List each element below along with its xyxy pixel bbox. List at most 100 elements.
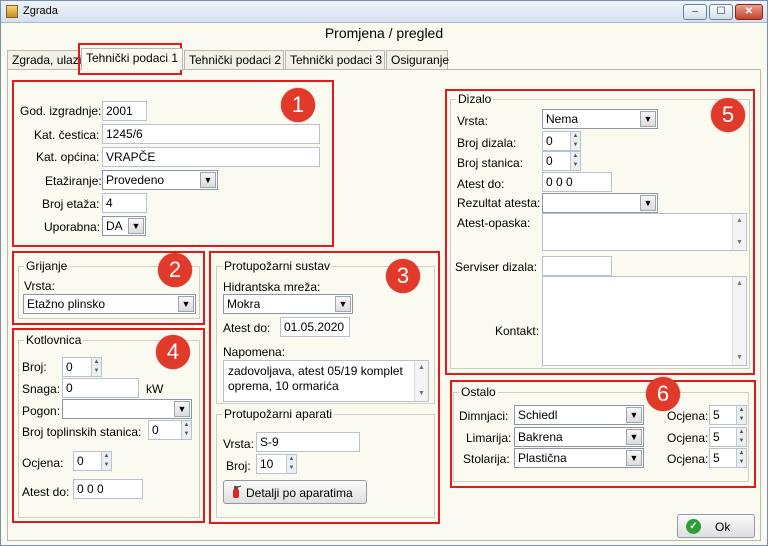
dizalo-vrsta-select[interactable]: Nema ▼ xyxy=(542,109,658,129)
stolarija-value: Plastična xyxy=(518,451,567,465)
serviser-dizala-label: Serviser dizala: xyxy=(455,260,538,274)
atest-opaska-label: Atest-opaska: xyxy=(457,216,531,230)
stepper-up-icon[interactable]: ▲ xyxy=(101,452,111,461)
ok-button[interactable]: ✓ Ok xyxy=(677,514,755,538)
app-icon xyxy=(6,5,18,18)
chevron-down-icon[interactable]: ▼ xyxy=(626,429,642,445)
uporabna-select[interactable]: DA ▼ xyxy=(102,216,146,236)
tab-tehnicki-podaci-2[interactable]: Tehnički podaci 2 xyxy=(184,50,284,69)
serviser-dizala-input[interactable] xyxy=(542,256,612,276)
kotlovnica-ocjena-value: 0 xyxy=(77,454,84,468)
stolarija-ocjena-label: Ocjena: xyxy=(667,452,709,466)
stepper-down-icon[interactable]: ▼ xyxy=(736,437,746,446)
stepper-up-icon[interactable]: ▲ xyxy=(736,428,746,437)
protupozarni-atest-input[interactable]: 01.05.2020 xyxy=(280,317,350,337)
kotlovnica-pogon-select[interactable]: ▼ xyxy=(62,399,192,419)
chevron-down-icon[interactable]: ▼ xyxy=(640,195,656,211)
uporabna-value: DA xyxy=(106,219,123,233)
god-izgradnje-input[interactable]: 2001 xyxy=(102,101,147,121)
kotlovnica-title: Kotlovnica xyxy=(24,333,84,347)
scrollbar[interactable]: ▲ ▼ xyxy=(732,277,746,365)
atest-opaska-textarea[interactable]: ▲ ▼ xyxy=(542,213,747,251)
stolarija-select[interactable]: Plastična ▼ xyxy=(514,448,644,468)
aparati-broj-stepper[interactable]: 10 ▲ ▼ xyxy=(256,454,297,474)
dimnjaci-ocjena-stepper[interactable]: 5 ▲ ▼ xyxy=(709,405,747,425)
rezultat-atesta-select[interactable]: ▼ xyxy=(542,193,658,213)
tab-osiguranje[interactable]: Osiguranje xyxy=(386,50,449,69)
badge-5: 5 xyxy=(711,98,745,132)
detalji-button[interactable]: Detalji po aparatima xyxy=(223,480,367,504)
chevron-down-icon[interactable]: ▼ xyxy=(640,111,656,127)
dizalo-atest-input[interactable]: 0 0 0 xyxy=(542,172,612,192)
stolarija-ocjena-stepper[interactable]: 5 ▲ ▼ xyxy=(709,448,747,468)
napomena-value: zadovoljava, atest 05/19 komplet oprema,… xyxy=(228,364,403,393)
kotlovnica-snaga-input[interactable]: 0 xyxy=(62,378,139,398)
stepper-down-icon[interactable]: ▼ xyxy=(736,458,746,467)
close-button[interactable]: ✕ xyxy=(735,4,763,20)
grijanje-vrsta-value: Etažno plinsko xyxy=(27,297,106,311)
kotlovnica-broj-stepper[interactable]: 0 ▲ ▼ xyxy=(62,357,102,377)
chevron-down-icon[interactable]: ▼ xyxy=(626,407,642,423)
kat-opcina-input[interactable]: VRAPČE xyxy=(102,147,320,167)
kontakt-textarea[interactable]: ▲ ▼ xyxy=(542,276,747,366)
stepper-up-icon[interactable]: ▲ xyxy=(570,152,580,161)
kat-cestica-label: Kat. čestica: xyxy=(34,128,100,142)
kotlovnica-broj-stanica-stepper[interactable]: 0 ▲ ▼ xyxy=(148,420,192,440)
stepper-down-icon[interactable]: ▼ xyxy=(736,415,746,424)
chevron-down-icon[interactable]: ▼ xyxy=(626,450,642,466)
kat-opcina-label: Kat. općina: xyxy=(36,150,100,164)
stepper-up-icon[interactable]: ▲ xyxy=(286,455,296,464)
dizalo-title: Dizalo xyxy=(456,92,494,106)
etaziranje-value: Provedeno xyxy=(106,173,165,187)
hidrantska-select[interactable]: Mokra ▼ xyxy=(223,294,353,314)
broj-stanica-stepper[interactable]: 0 ▲ ▼ xyxy=(542,151,581,171)
dimnjaci-select[interactable]: Schiedl ▼ xyxy=(514,405,644,425)
stepper-down-icon[interactable]: ▼ xyxy=(91,367,101,376)
stepper-up-icon[interactable]: ▲ xyxy=(570,132,580,141)
stepper-down-icon[interactable]: ▼ xyxy=(570,161,580,170)
grijanje-vrsta-label: Vrsta: xyxy=(24,279,55,293)
kotlovnica-atest-input[interactable]: 0 0 0 xyxy=(73,479,143,499)
minimize-button[interactable]: ‒ xyxy=(683,4,707,20)
dimnjaci-value: Schiedl xyxy=(518,408,558,422)
maximize-button[interactable]: ☐ xyxy=(709,4,733,20)
chevron-down-icon[interactable]: ▼ xyxy=(335,296,351,312)
tab-zgrada-ulazi[interactable]: Zgrada, ulazi xyxy=(7,50,81,69)
tab-tehnicki-podaci-1[interactable]: Tehnički podaci 1 xyxy=(81,48,183,70)
stepper-down-icon[interactable]: ▼ xyxy=(181,430,191,439)
broj-etaza-input[interactable]: 4 xyxy=(102,193,147,213)
stepper-down-icon[interactable]: ▼ xyxy=(101,461,111,470)
main-window: Zgrada ‒ ☐ ✕ Promjena / pregled Zgrada, … xyxy=(0,0,768,546)
chevron-down-icon[interactable]: ▼ xyxy=(178,296,194,312)
grijanje-vrsta-select[interactable]: Etažno plinsko ▼ xyxy=(23,294,196,314)
stepper-up-icon[interactable]: ▲ xyxy=(91,358,101,367)
limarija-ocjena-stepper[interactable]: 5 ▲ ▼ xyxy=(709,427,747,447)
stepper-down-icon[interactable]: ▼ xyxy=(286,464,296,473)
limarija-ocjena-label: Ocjena: xyxy=(667,431,709,445)
stepper-up-icon[interactable]: ▲ xyxy=(181,421,191,430)
napomena-textarea[interactable]: zadovoljava, atest 05/19 komplet oprema,… xyxy=(223,360,429,402)
chevron-down-icon[interactable]: ▼ xyxy=(128,218,144,234)
etaziranje-select[interactable]: Provedeno ▼ xyxy=(102,170,218,190)
chevron-down-icon[interactable]: ▼ xyxy=(174,401,190,417)
hidrantska-label: Hidrantska mreža: xyxy=(223,280,321,294)
chevron-down-icon[interactable]: ▼ xyxy=(200,172,216,188)
stepper-down-icon[interactable]: ▼ xyxy=(570,141,580,150)
title-bar[interactable]: Zgrada ‒ ☐ ✕ xyxy=(1,1,767,23)
kotlovnica-snaga-unit: kW xyxy=(146,382,164,396)
scrollbar[interactable]: ▲ ▼ xyxy=(732,214,746,250)
kotlovnica-ocjena-stepper[interactable]: 0 ▲ ▼ xyxy=(73,451,112,471)
scrollbar[interactable]: ▲ ▼ xyxy=(414,361,428,401)
stepper-up-icon[interactable]: ▲ xyxy=(736,406,746,415)
kotlovnica-atest-label: Atest do: xyxy=(22,485,70,499)
kotlovnica-broj-stanica-value: 0 xyxy=(152,423,159,437)
aparati-vrsta-input[interactable]: S-9 xyxy=(256,432,360,452)
kat-cestica-input[interactable]: 1245/6 xyxy=(102,124,320,144)
tab-tehnicki-podaci-3[interactable]: Tehnički podaci 3 xyxy=(285,50,385,69)
kotlovnica-broj-label: Broj: xyxy=(22,360,47,374)
stepper-up-icon[interactable]: ▲ xyxy=(736,449,746,458)
broj-dizala-stepper[interactable]: 0 ▲ ▼ xyxy=(542,131,581,151)
aparati-broj-value: 10 xyxy=(260,457,274,471)
broj-dizala-label: Broj dizala: xyxy=(457,136,517,150)
limarija-select[interactable]: Bakrena ▼ xyxy=(514,427,644,447)
